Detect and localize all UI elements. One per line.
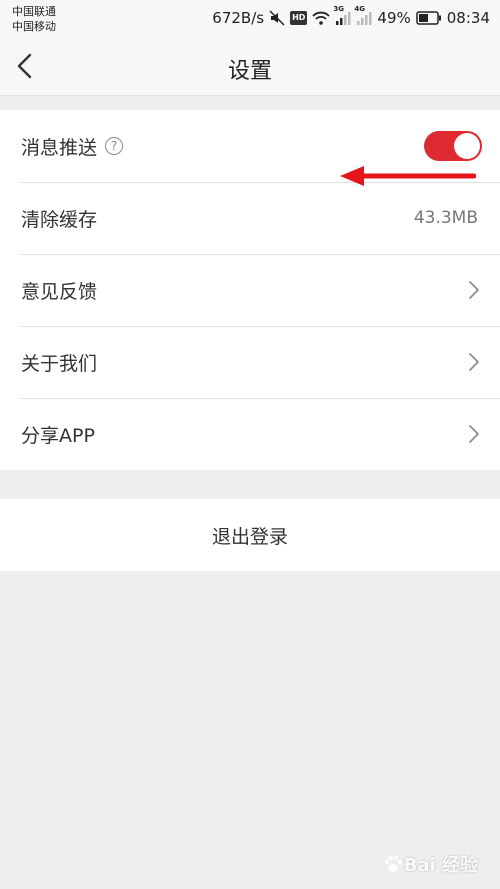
chevron-right-icon bbox=[469, 281, 479, 299]
settings-item-label: 意见反馈 bbox=[21, 280, 98, 303]
logout-button[interactable]: 退出登录 bbox=[0, 499, 500, 571]
chevron-right-icon bbox=[469, 425, 479, 443]
settings-item-share-app[interactable]: 分享APP bbox=[0, 398, 500, 470]
page-title: 设置 bbox=[227, 59, 272, 84]
help-icon[interactable]: ? bbox=[105, 137, 124, 155]
annotation-arrow-icon bbox=[340, 166, 476, 186]
network-speed: 672B/s bbox=[212, 9, 265, 27]
settings-item-clear-cache[interactable]: 清除缓存 43.3MB bbox=[0, 182, 500, 254]
toggle-knob bbox=[454, 133, 480, 159]
chevron-right-icon bbox=[469, 353, 479, 371]
settings-item-label: 消息推送 bbox=[21, 136, 98, 159]
carrier-2: 中国移动 bbox=[12, 20, 56, 33]
signal-icon-4g: 4G bbox=[354, 5, 372, 25]
battery-percent: 49% bbox=[377, 9, 411, 27]
status-bar: 中国联通 中国移动 672B/s HD 3G 4G 49% 08:34 bbox=[0, 0, 500, 36]
settings-item-about-us[interactable]: 关于我们 bbox=[0, 326, 500, 398]
signal-icon-3g: 3G bbox=[333, 5, 351, 25]
battery-icon bbox=[416, 11, 442, 25]
cache-size-value: 43.3MB bbox=[413, 208, 478, 228]
settings-item-label: 关于我们 bbox=[21, 352, 98, 375]
wifi-icon bbox=[312, 11, 331, 25]
mute-icon bbox=[269, 10, 285, 26]
net-type-3g: 3G bbox=[333, 5, 345, 13]
carrier-1: 中国联通 bbox=[12, 5, 56, 18]
hd-badge: HD bbox=[290, 11, 308, 25]
baidu-jingyan-watermark: Bai 经验 bbox=[382, 851, 478, 877]
settings-item-feedback[interactable]: 意见反馈 bbox=[0, 254, 500, 326]
logout-label: 退出登录 bbox=[211, 525, 288, 548]
settings-item-label: 清除缓存 bbox=[21, 208, 98, 231]
nav-bar: 设置 bbox=[0, 36, 500, 96]
settings-item-label: 分享APP bbox=[21, 424, 95, 447]
watermark-text: Bai 经验 bbox=[403, 855, 478, 876]
clock: 08:34 bbox=[446, 9, 490, 27]
net-type-4g: 4G bbox=[354, 5, 366, 13]
push-notifications-toggle[interactable] bbox=[424, 131, 482, 161]
paw-logo-icon bbox=[384, 855, 402, 872]
status-indicators: 672B/s HD 3G 4G 49% 08:34 bbox=[212, 5, 490, 28]
